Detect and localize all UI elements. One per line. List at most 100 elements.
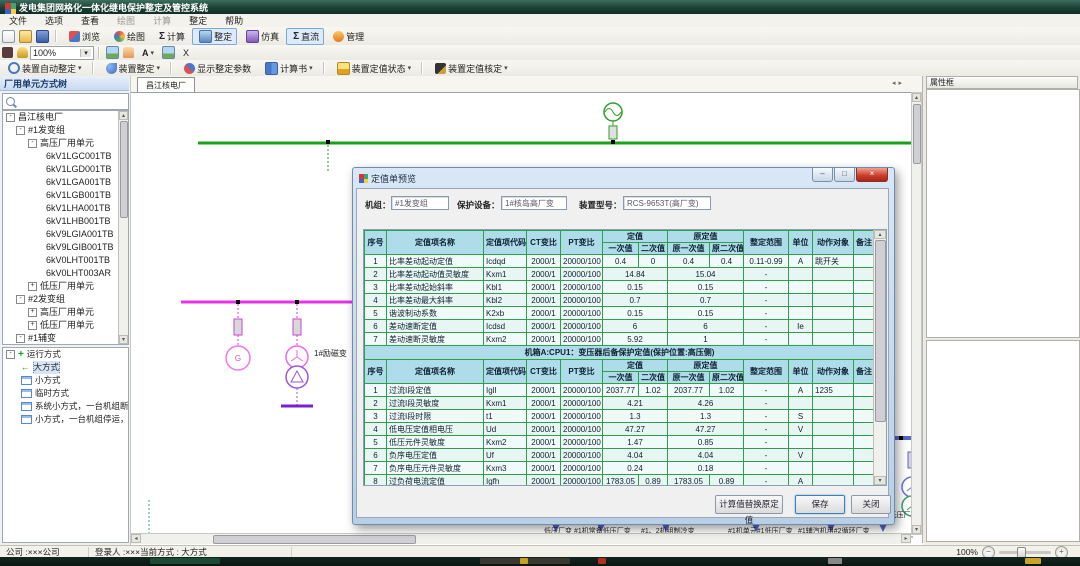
expand-icon[interactable] bbox=[16, 295, 25, 304]
scroll-thumb[interactable] bbox=[875, 240, 886, 422]
tree-item[interactable]: #2发变组 bbox=[3, 293, 128, 306]
find-icon[interactable] bbox=[2, 47, 13, 58]
scroll-up-icon[interactable] bbox=[874, 230, 886, 239]
tree-item[interactable]: 高压厂用单元 bbox=[3, 137, 128, 150]
tree-item[interactable]: 小方式 bbox=[3, 374, 128, 387]
device-auto-setting-button[interactable]: 装置自动整定 bbox=[1, 60, 87, 77]
tree-item[interactable]: 6kV1LHB001TB bbox=[3, 215, 128, 228]
device-value-verify-button[interactable]: 装置定值核定 bbox=[428, 60, 513, 77]
table-vertical-scrollbar[interactable] bbox=[873, 230, 886, 485]
menu-options[interactable]: 选项 bbox=[36, 14, 72, 27]
scroll-up-icon[interactable] bbox=[119, 111, 128, 120]
menu-view[interactable]: 查看 bbox=[72, 14, 108, 27]
device-value-state-button[interactable]: 装置定值状态 bbox=[330, 60, 417, 77]
zoom-combobox[interactable]: 100% bbox=[30, 46, 94, 60]
table-row[interactable]: 5低压元件灵敏度Kxm22000/120000/1001.470.85- bbox=[365, 436, 875, 449]
table-row[interactable]: 4比率差动最大斜率Kbl22000/120000/1000.70.7- bbox=[365, 294, 875, 307]
tree-search-box[interactable] bbox=[2, 93, 129, 110]
image-icon[interactable] bbox=[106, 46, 119, 59]
canvas-horizontal-scrollbar[interactable] bbox=[131, 533, 911, 544]
tree-item[interactable]: 昌江核电厂 bbox=[3, 111, 128, 124]
tree-item[interactable]: 6kV1LGD001TB bbox=[3, 163, 128, 176]
expand-icon[interactable] bbox=[28, 321, 37, 330]
scroll-right-icon[interactable] bbox=[901, 534, 911, 543]
tree-item[interactable]: 6kV9LGIA001TB bbox=[3, 228, 128, 241]
picture-icon[interactable] bbox=[162, 46, 175, 59]
scroll-thumb[interactable] bbox=[213, 535, 416, 544]
expand-icon[interactable] bbox=[28, 139, 37, 148]
table-row[interactable]: 3比率差动起始斜率Kbl12000/120000/1000.150.15- bbox=[365, 281, 875, 294]
font-button[interactable]: A bbox=[137, 46, 159, 60]
table-row[interactable]: 7负序电压元件灵敏度Kxm32000/120000/1000.240.18- bbox=[365, 462, 875, 475]
tree-item[interactable]: 低压厂用单元 bbox=[3, 280, 128, 293]
tree-item[interactable]: 6kV0LHT001TB bbox=[3, 254, 128, 267]
scroll-down-icon[interactable] bbox=[119, 335, 128, 344]
close-button[interactable]: 关闭 bbox=[851, 495, 891, 514]
close-icon[interactable] bbox=[856, 168, 888, 182]
calc-button[interactable]: Σ计算 bbox=[152, 28, 190, 45]
tree-item[interactable]: 系统小方式，一台机组断开 bbox=[3, 400, 128, 413]
feeder-breaker[interactable] bbox=[234, 319, 242, 335]
tree-scrollbar[interactable] bbox=[118, 111, 128, 344]
setting-button[interactable]: 整定 bbox=[192, 28, 237, 45]
search-input[interactable] bbox=[18, 95, 122, 108]
tree-item[interactable]: 6kV1LGA001TB bbox=[3, 176, 128, 189]
table-row[interactable]: 2比率差动起动值灵敏度Kxm12000/120000/10014.8415.04… bbox=[365, 268, 875, 281]
scroll-up-icon[interactable] bbox=[912, 93, 921, 102]
model-field[interactable]: RCS-9653T(高厂变) bbox=[623, 196, 711, 210]
maximize-button[interactable] bbox=[834, 168, 855, 182]
table-row[interactable]: 1比率差动起动定值Icdqd2000/120000/1000.400.40.40… bbox=[365, 255, 875, 268]
tree-item[interactable]: 6kV0LHT003AR bbox=[3, 267, 128, 280]
table-row[interactable]: 6差动速断定值Icdsd2000/120000/10066-Ie bbox=[365, 320, 875, 333]
tree-item[interactable]: 临时方式 bbox=[3, 387, 128, 400]
table-row[interactable]: 2过流I段灵敏度Kxm12000/120000/1004.214.26- bbox=[365, 397, 875, 410]
expand-icon[interactable] bbox=[16, 126, 25, 135]
open-icon[interactable] bbox=[19, 30, 32, 43]
pan-hand-icon[interactable] bbox=[123, 47, 134, 58]
calc-book-button[interactable]: 计算书 bbox=[258, 60, 318, 77]
table-row[interactable]: 4低电压定值相电压Ud2000/120000/10047.2747.27-V bbox=[365, 423, 875, 436]
simulation-button[interactable]: 仿真 bbox=[239, 28, 284, 45]
generator-breaker[interactable] bbox=[609, 126, 617, 139]
tree-item[interactable]: #1发变组 bbox=[3, 124, 128, 137]
menu-file[interactable]: 文件 bbox=[0, 14, 36, 27]
tab-changjiang-plant[interactable]: 昌江核电厂 bbox=[137, 77, 195, 92]
save-icon[interactable] bbox=[36, 30, 49, 43]
tree-item[interactable]: 高压厂用单元 bbox=[3, 306, 128, 319]
replace-with-calculated-button[interactable]: 计算值替换原定值 bbox=[715, 495, 783, 514]
tree-item[interactable]: 6kV9LGIB001TB bbox=[3, 241, 128, 254]
table-row[interactable]: 5谐波制动系数K2xb2000/120000/1000.150.15- bbox=[365, 307, 875, 320]
browse-button[interactable]: 浏览 bbox=[62, 28, 105, 45]
tree-item[interactable]: #1辅变 bbox=[3, 332, 128, 345]
tree-item[interactable]: 6kV1LGB001TB bbox=[3, 189, 128, 202]
scroll-left-icon[interactable] bbox=[131, 534, 141, 543]
delete-button[interactable]: X bbox=[178, 46, 194, 60]
tree-item[interactable]: 6kV1LHA001TB bbox=[3, 202, 128, 215]
scroll-right-icon[interactable] bbox=[898, 80, 905, 87]
tree-item[interactable]: 小方式，一台机组停运，系统侧断开 bbox=[3, 413, 128, 426]
device-field[interactable]: 1#核岛高厂变 bbox=[501, 196, 567, 210]
tree-item[interactable]: 6kV1LGC001TB bbox=[3, 150, 128, 163]
table-row[interactable]: 8过负荷电流定值Igfh2000/120000/1001783.050.8917… bbox=[365, 475, 875, 487]
minimize-button[interactable] bbox=[812, 168, 833, 182]
menu-setting[interactable]: 整定 bbox=[180, 14, 216, 27]
new-icon[interactable] bbox=[2, 30, 15, 43]
scroll-down-icon[interactable] bbox=[912, 525, 921, 534]
table-row[interactable]: 7差动速断灵敏度Kxm22000/120000/1005.921- bbox=[365, 333, 875, 346]
unit-field[interactable]: #1发变组 bbox=[391, 196, 449, 210]
manage-button[interactable]: 管理 bbox=[326, 28, 369, 45]
expand-icon[interactable] bbox=[28, 308, 37, 317]
setting-table-container[interactable]: 序号 定值项名称 定值项代码 CT变比 PT变比 定值 原定值 整定范围 单位 … bbox=[363, 229, 887, 486]
scroll-thumb[interactable] bbox=[120, 121, 128, 218]
expand-icon[interactable] bbox=[16, 334, 25, 343]
tree-item-selected[interactable]: 大方式 bbox=[3, 361, 128, 374]
save-button[interactable]: 保存 bbox=[795, 495, 845, 514]
table-row[interactable]: 6负序电压定值Uf2000/120000/1004.044.04-V bbox=[365, 449, 875, 462]
canvas-vertical-scrollbar[interactable] bbox=[911, 92, 922, 535]
table-row[interactable]: 1过流I段定值IglI2000/120000/1002037.771.02203… bbox=[365, 384, 875, 397]
show-setting-params-button[interactable]: 显示整定参数 bbox=[177, 60, 256, 77]
expand-icon[interactable] bbox=[6, 113, 15, 122]
tree-item[interactable]: 运行方式 bbox=[3, 348, 128, 361]
tree-item[interactable]: 低压厂用单元 bbox=[3, 319, 128, 332]
draw-button[interactable]: 绘图 bbox=[107, 28, 150, 45]
